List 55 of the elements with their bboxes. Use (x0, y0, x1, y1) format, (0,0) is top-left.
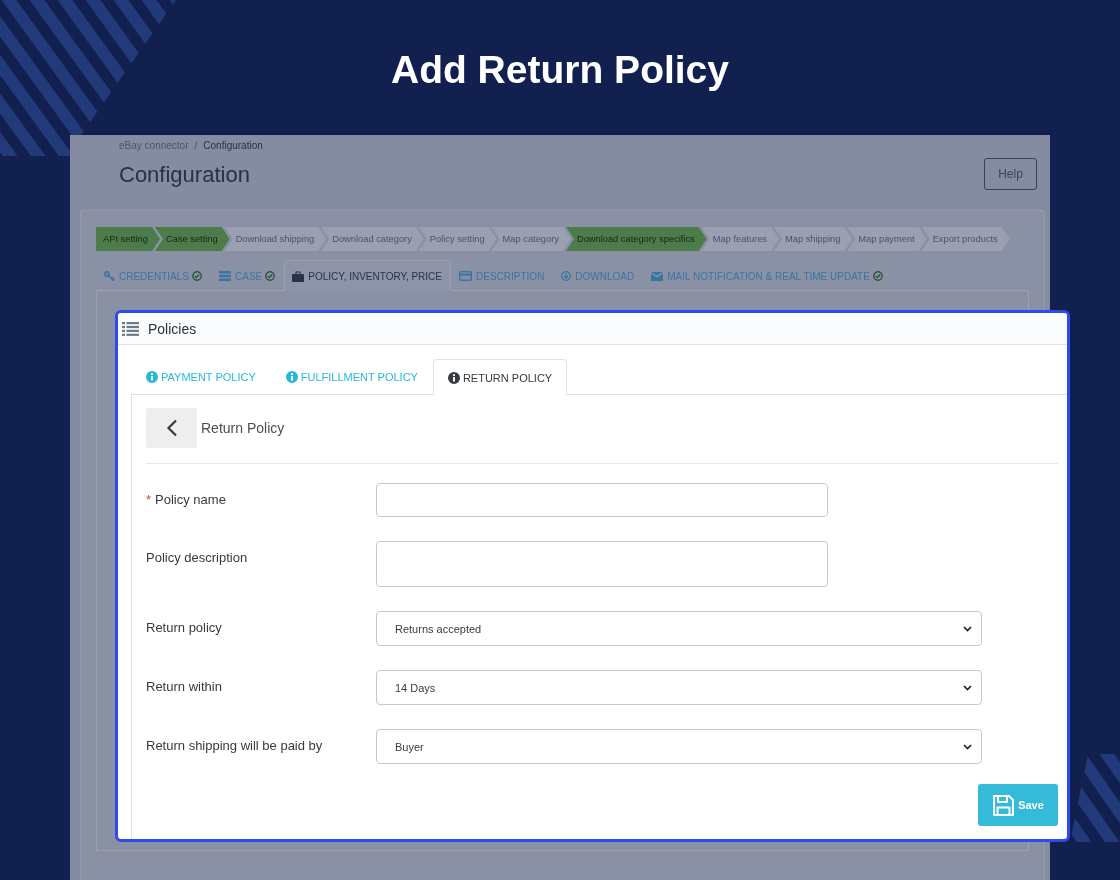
settings-tab[interactable]: CASE (211, 261, 285, 290)
wizard-step[interactable]: Policy setting (418, 227, 497, 251)
field-label: Policy name (155, 492, 226, 508)
wizard-step[interactable]: Download category specifics (565, 227, 707, 251)
wizard-step[interactable]: Download shipping (224, 227, 327, 251)
wizard-step[interactable]: Map payment (847, 227, 927, 251)
chevron-down-icon (963, 625, 972, 632)
wizard-step[interactable]: Case setting (154, 227, 230, 251)
text-input[interactable] (376, 483, 828, 517)
breadcrumb-link[interactable]: eBay connector (119, 140, 189, 152)
wizard-step[interactable]: Download category (321, 227, 424, 251)
save-button[interactable]: Save (978, 784, 1058, 826)
info-icon (447, 371, 460, 384)
back-button[interactable] (146, 408, 197, 448)
settings-tab[interactable]: MAIL NOTIFICATION & REAL TIME UPDATE (643, 261, 892, 290)
credit-card-icon (459, 271, 472, 281)
breadcrumb-current: Configuration (203, 140, 263, 152)
policy-tab[interactable]: FULFILLMENT POLICY (270, 359, 433, 394)
select-field[interactable]: 14 Days (376, 670, 982, 705)
field-label: Return shipping will be paid by (146, 738, 323, 754)
settings-tab[interactable]: DOWNLOAD (553, 261, 644, 290)
stack-icon (219, 271, 231, 281)
wizard-step[interactable]: Map category (491, 227, 571, 251)
key-icon (104, 271, 115, 281)
briefcase-icon (292, 270, 305, 282)
policy-tab[interactable]: RETURN POLICY (432, 359, 568, 395)
chevron-down-icon (963, 684, 972, 691)
textarea-input[interactable] (376, 541, 828, 587)
download-icon (561, 271, 572, 281)
info-icon (285, 371, 298, 383)
list-icon (122, 321, 139, 336)
field-label: Return within (146, 679, 222, 695)
policy-tab[interactable]: PAYMENT POLICY (131, 359, 271, 394)
page-title: Configuration (119, 161, 251, 189)
field-label: Policy description (146, 550, 248, 566)
field-label: Return policy (146, 620, 222, 636)
settings-tab[interactable]: POLICY, INVENTORY, PRICE (284, 260, 451, 291)
envelope-icon (651, 271, 664, 281)
settings-tab[interactable]: CREDENTIALS (96, 261, 211, 290)
help-button[interactable]: Help (984, 158, 1037, 190)
chevron-left-icon (165, 419, 178, 437)
settings-tab[interactable]: DESCRIPTION (451, 261, 554, 290)
breadcrumb-separator: / (194, 140, 198, 152)
wizard-step[interactable]: Map shipping (774, 227, 853, 251)
headline: Add Return Policy (390, 48, 729, 92)
wizard-step[interactable]: Map features (701, 227, 779, 251)
chevron-down-icon (963, 743, 972, 750)
panel-title: Policies (148, 320, 197, 337)
required-mark: * (146, 492, 152, 508)
wizard-step[interactable]: API setting (96, 227, 160, 251)
section-title: Return Policy (201, 420, 285, 436)
select-field[interactable]: Returns accepted (376, 611, 982, 646)
select-field[interactable]: Buyer (376, 729, 982, 764)
wizard-step[interactable]: Export products (921, 227, 1010, 251)
info-icon (146, 371, 158, 383)
